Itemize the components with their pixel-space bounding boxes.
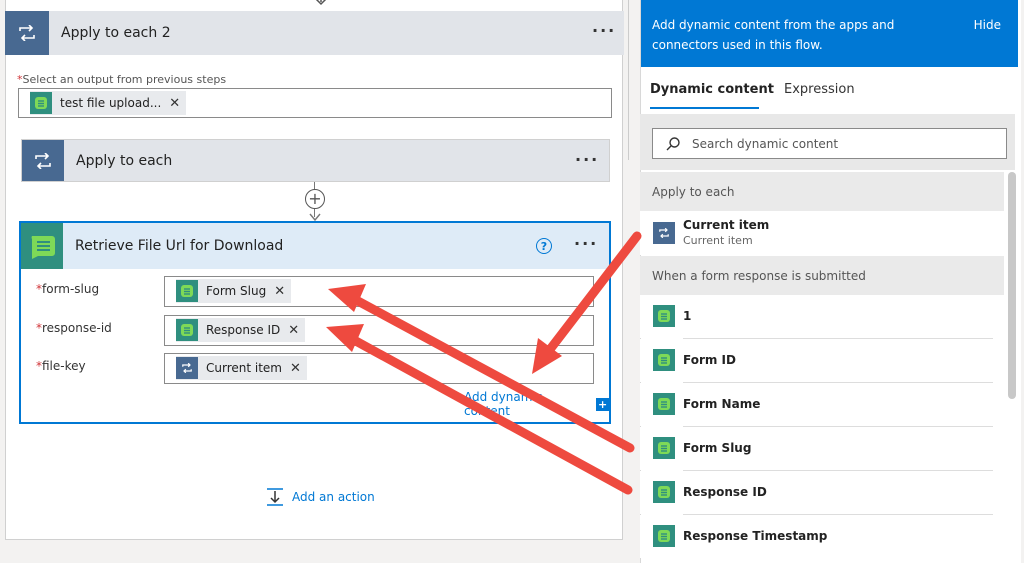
dynamic-item-1[interactable]: 1 [640,295,1004,338]
search-input[interactable]: Search dynamic content [652,128,1007,159]
dynamic-item-response-id[interactable]: Response ID [640,471,1004,514]
dynamic-item-response-timestamp[interactable]: Response Timestamp [640,515,1004,558]
plus-icon: + [596,397,609,411]
retrieve-file-url-card: Retrieve File Url for Download ? ··· *fo… [20,222,610,423]
item-title: Response Timestamp [683,529,828,543]
response-id-field[interactable]: Response ID ✕ [164,315,594,346]
more-options-icon[interactable]: ··· [592,21,616,40]
card-title: Apply to each [76,152,173,169]
token-response-id[interactable]: Response ID ✕ [176,318,306,342]
add-dynamic-content-link[interactable]: Add dynamic content + [464,390,609,418]
more-options-icon[interactable]: ··· [575,150,599,169]
forms-icon [30,92,52,114]
add-action-icon [267,488,283,506]
remove-token-icon[interactable]: ✕ [288,323,299,338]
dynamic-item-form-name[interactable]: Form Name [640,383,1004,426]
item-title: Form ID [683,353,736,367]
forms-icon [653,393,675,415]
tab-expression[interactable]: Expression [784,82,855,97]
item-title: Response ID [683,485,767,499]
retrieve-file-url-header[interactable]: Retrieve File Url for Download ? ··· [21,223,609,269]
card-title: Apply to each 2 [61,25,171,41]
power-automate-editor: Apply to each 2 ··· *Select an output fr… [0,0,1024,563]
loop-icon [176,357,198,379]
item-title: Form Name [683,397,761,411]
hide-panel-button[interactable]: Hide [974,15,1001,35]
loop-icon [5,11,49,55]
item-title: Current item [683,218,770,232]
forms-icon [21,223,63,269]
form-slug-field[interactable]: Form Slug ✕ [164,276,594,307]
connector-arrow-icon [315,0,327,6]
select-output-field[interactable]: test file upload... ✕ [18,88,612,118]
forms-icon [653,481,675,503]
insert-step-button[interactable]: + [305,189,325,209]
dynamic-item-form-id[interactable]: Form ID [640,339,1004,382]
card-title: Retrieve File Url for Download [75,238,284,254]
banner-message: Add dynamic content from the apps and co… [652,18,895,52]
forms-icon [653,349,675,371]
token-form-slug[interactable]: Form Slug ✕ [176,279,292,303]
file-key-field[interactable]: Current item ✕ [164,353,594,384]
forms-icon [653,525,675,547]
field-label-file-key: *file-key [36,359,86,373]
loop-icon [22,140,64,181]
apply-to-each-2-header[interactable]: Apply to each 2 ··· [5,11,624,55]
section-heading-apply-to-each: Apply to each [640,172,1004,211]
forms-icon [653,305,675,327]
more-options-icon[interactable]: ··· [574,234,598,253]
active-tab-indicator [650,107,759,109]
forms-icon [176,280,198,302]
panel-banner: Add dynamic content from the apps and co… [641,0,1018,67]
connector-arrow-icon [309,213,321,222]
forms-icon [176,319,198,341]
select-output-label: *Select an output from previous steps [17,73,227,86]
forms-icon [653,437,675,459]
dynamic-item-form-slug[interactable]: Form Slug [640,427,1004,470]
field-label-response-id: *response-id [36,321,112,335]
help-icon[interactable]: ? [536,238,552,254]
apply-to-each-header[interactable]: Apply to each ··· [21,139,610,182]
dynamic-item-current-item[interactable]: Current item Current item [640,211,1004,255]
remove-token-icon[interactable]: ✕ [274,284,285,299]
field-label-form-slug: *form-slug [36,282,100,296]
item-subtitle: Current item [683,234,753,247]
divider [628,0,629,160]
token-current-item[interactable]: Current item ✕ [176,356,307,380]
token-test-file-upload[interactable]: test file upload... ✕ [30,91,187,115]
item-title: Form Slug [683,441,752,455]
tab-dynamic-content[interactable]: Dynamic content [650,82,774,97]
panel-scrollbar[interactable] [1008,172,1016,399]
search-icon [666,136,680,150]
remove-token-icon[interactable]: ✕ [169,96,180,111]
loop-icon [653,222,675,244]
section-heading-form-response: When a form response is submitted [640,256,1004,295]
add-action-button[interactable]: Add an action [265,487,375,507]
item-title: 1 [683,309,692,323]
remove-token-icon[interactable]: ✕ [290,361,301,376]
